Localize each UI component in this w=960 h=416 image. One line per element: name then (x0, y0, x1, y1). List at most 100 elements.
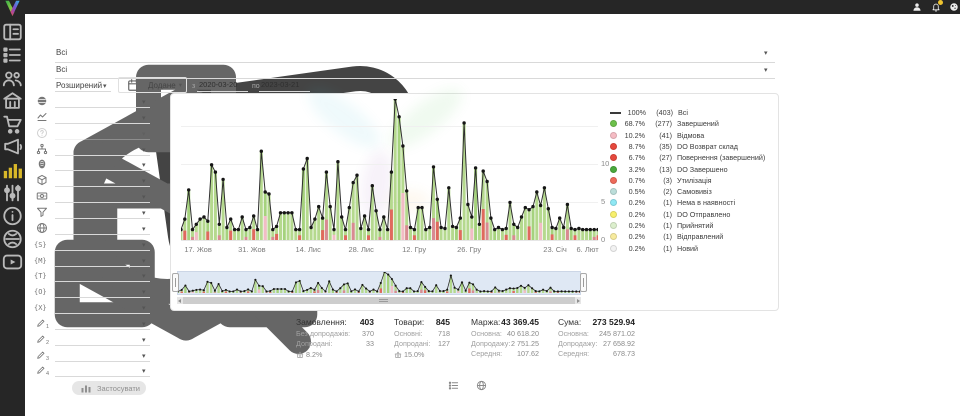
product-filter-caret[interactable]: ▾ (764, 67, 768, 74)
legend-item[interactable]: 0.5%(2)Самовивіз (610, 186, 712, 197)
filter-select[interactable] (55, 129, 140, 139)
filter-select[interactable] (55, 145, 140, 155)
date-field-select[interactable]: Додане ▾ (118, 77, 187, 93)
legend-item[interactable]: 100%(403)Всі (610, 107, 688, 118)
filter-caret[interactable]: ▾ (142, 305, 146, 312)
filter-select[interactable] (55, 366, 140, 376)
filter-caret[interactable]: ▾ (142, 273, 146, 280)
legend-item[interactable]: 0.2%(1)DO Отправлено (610, 209, 730, 220)
orders-chart[interactable] (181, 99, 598, 241)
filter-select[interactable] (55, 97, 140, 107)
filter-caret[interactable]: ▾ (142, 162, 146, 169)
category-filter-value[interactable]: Всі (56, 49, 67, 57)
sidebar-item-store[interactable] (0, 90, 25, 112)
scroll-right-arrow[interactable] (577, 299, 580, 303)
legend-item[interactable]: 0.2%(1)Новий (610, 243, 698, 254)
product-filter-value[interactable]: Всі (56, 66, 67, 74)
filter-caret[interactable]: ▾ (142, 321, 146, 328)
filter-caret[interactable]: ▾ (142, 289, 146, 296)
legend-item[interactable]: 6.7%(27)Повернення (завершений) (610, 152, 765, 163)
filter-caret[interactable]: ▾ (142, 242, 146, 249)
filter-caret[interactable]: ▾ (142, 147, 146, 154)
legend-item[interactable]: 0.2%(1)Відправлений (610, 231, 723, 242)
filter-caret[interactable]: ▾ (142, 115, 146, 122)
filter-caret[interactable]: ▾ (142, 258, 146, 265)
filter-select[interactable] (55, 176, 140, 186)
scroll-left-arrow[interactable] (178, 299, 181, 303)
app-logo[interactable] (3, 0, 22, 17)
legend-label: DO Отправлено (677, 210, 730, 219)
search-mode-underline (55, 91, 111, 92)
sidebar-item-cart[interactable] (0, 113, 25, 135)
stat-sub-label: Допродані: (394, 340, 430, 347)
sidebar-item-marketing[interactable] (0, 136, 25, 158)
legend-count: (3) (645, 176, 672, 185)
legend-label: Утилізація (677, 176, 712, 185)
filter-select[interactable] (55, 113, 140, 123)
filter-caret[interactable]: ▾ (142, 210, 146, 217)
sidebar-item-info[interactable] (0, 205, 25, 227)
legend-item[interactable]: 3.2%(13)DO Завершено (610, 164, 728, 175)
account-icon[interactable] (912, 2, 922, 12)
filter-caret[interactable]: ▾ (142, 178, 146, 185)
legend-item[interactable]: 0.7%(3)Утилізація (610, 175, 712, 186)
filter-select[interactable] (55, 240, 140, 250)
x-axis-tick: 14. Лис (295, 246, 320, 254)
date-from-input[interactable]: 2020-03-20 (199, 81, 237, 89)
legend-item[interactable]: 0.2%(1)Нема в наявності (610, 197, 735, 208)
filter-caret[interactable]: ▾ (142, 337, 146, 344)
search-mode-caret[interactable]: ▾ (103, 83, 107, 90)
legend-percent: 0.2% (617, 244, 645, 253)
filter-select[interactable] (55, 287, 140, 297)
chart-scrollbar[interactable] (177, 297, 581, 304)
table-view-icon[interactable] (448, 380, 459, 391)
sidebar-item-settings[interactable] (0, 182, 25, 204)
filter-select[interactable] (55, 208, 140, 218)
brush-handle-right[interactable] (580, 273, 587, 292)
date-to-input[interactable]: 2023-03-21 (261, 81, 299, 89)
sidebar-item-dashboard[interactable] (0, 21, 25, 43)
stat-value: 273 529.94 (592, 317, 635, 327)
filter-select[interactable] (55, 351, 140, 361)
sidebar-item-orders[interactable] (0, 44, 25, 66)
sidebar-item-tutorials[interactable] (0, 251, 25, 273)
legend-item[interactable]: 10.2%(41)Відмова (610, 130, 704, 141)
cube-icon (36, 174, 48, 186)
sidebar-item-services[interactable] (0, 228, 25, 250)
globe-view-icon[interactable] (476, 380, 487, 391)
filter-caret[interactable]: ▾ (142, 368, 146, 375)
filter-caret[interactable]: ▾ (142, 353, 146, 360)
legend-item[interactable]: 8.7%(35)DO Возврат склад (610, 141, 738, 152)
filter-select[interactable] (55, 335, 140, 345)
filter-select[interactable] (55, 256, 140, 266)
brush-chart[interactable] (178, 272, 580, 294)
legend-percent: 0.2% (617, 198, 645, 207)
filter-caret[interactable]: ▾ (142, 131, 146, 138)
category-filter-caret[interactable]: ▾ (764, 50, 768, 57)
sidebar-item-analytics[interactable] (0, 159, 25, 181)
apply-button[interactable]: Застосувати (72, 381, 146, 395)
filter-select[interactable] (55, 160, 140, 170)
legend-item[interactable]: 68.7%(277)Завершений (610, 118, 719, 129)
filter-caret[interactable]: ▾ (142, 194, 146, 201)
filter-select[interactable] (55, 319, 140, 329)
legend-label: DO Завершено (677, 165, 728, 174)
filter-select[interactable] (55, 271, 140, 281)
filter-underline (55, 155, 150, 156)
scrollbar-thumb[interactable] (183, 297, 575, 304)
x-axis-tick: 31. Жов (238, 246, 266, 254)
legend-dot-swatch (610, 132, 617, 139)
filter-select[interactable] (55, 224, 140, 234)
filter-select[interactable] (55, 192, 140, 202)
brush-handle-left[interactable] (172, 273, 179, 292)
search-mode-select[interactable]: Розширений (56, 82, 102, 90)
filter-caret[interactable]: ▾ (142, 99, 146, 106)
filter-caret[interactable]: ▾ (142, 226, 146, 233)
sidebar-item-customers[interactable] (0, 67, 25, 89)
filter-select[interactable] (55, 303, 140, 313)
notifications-icon[interactable] (931, 2, 941, 12)
basket-percent: 8.2% (306, 350, 322, 359)
x-axis-tick: 12. Гру (402, 246, 426, 254)
legend-item[interactable]: 0.2%(1)Прийнятий (610, 220, 713, 231)
theme-icon[interactable] (949, 2, 959, 12)
